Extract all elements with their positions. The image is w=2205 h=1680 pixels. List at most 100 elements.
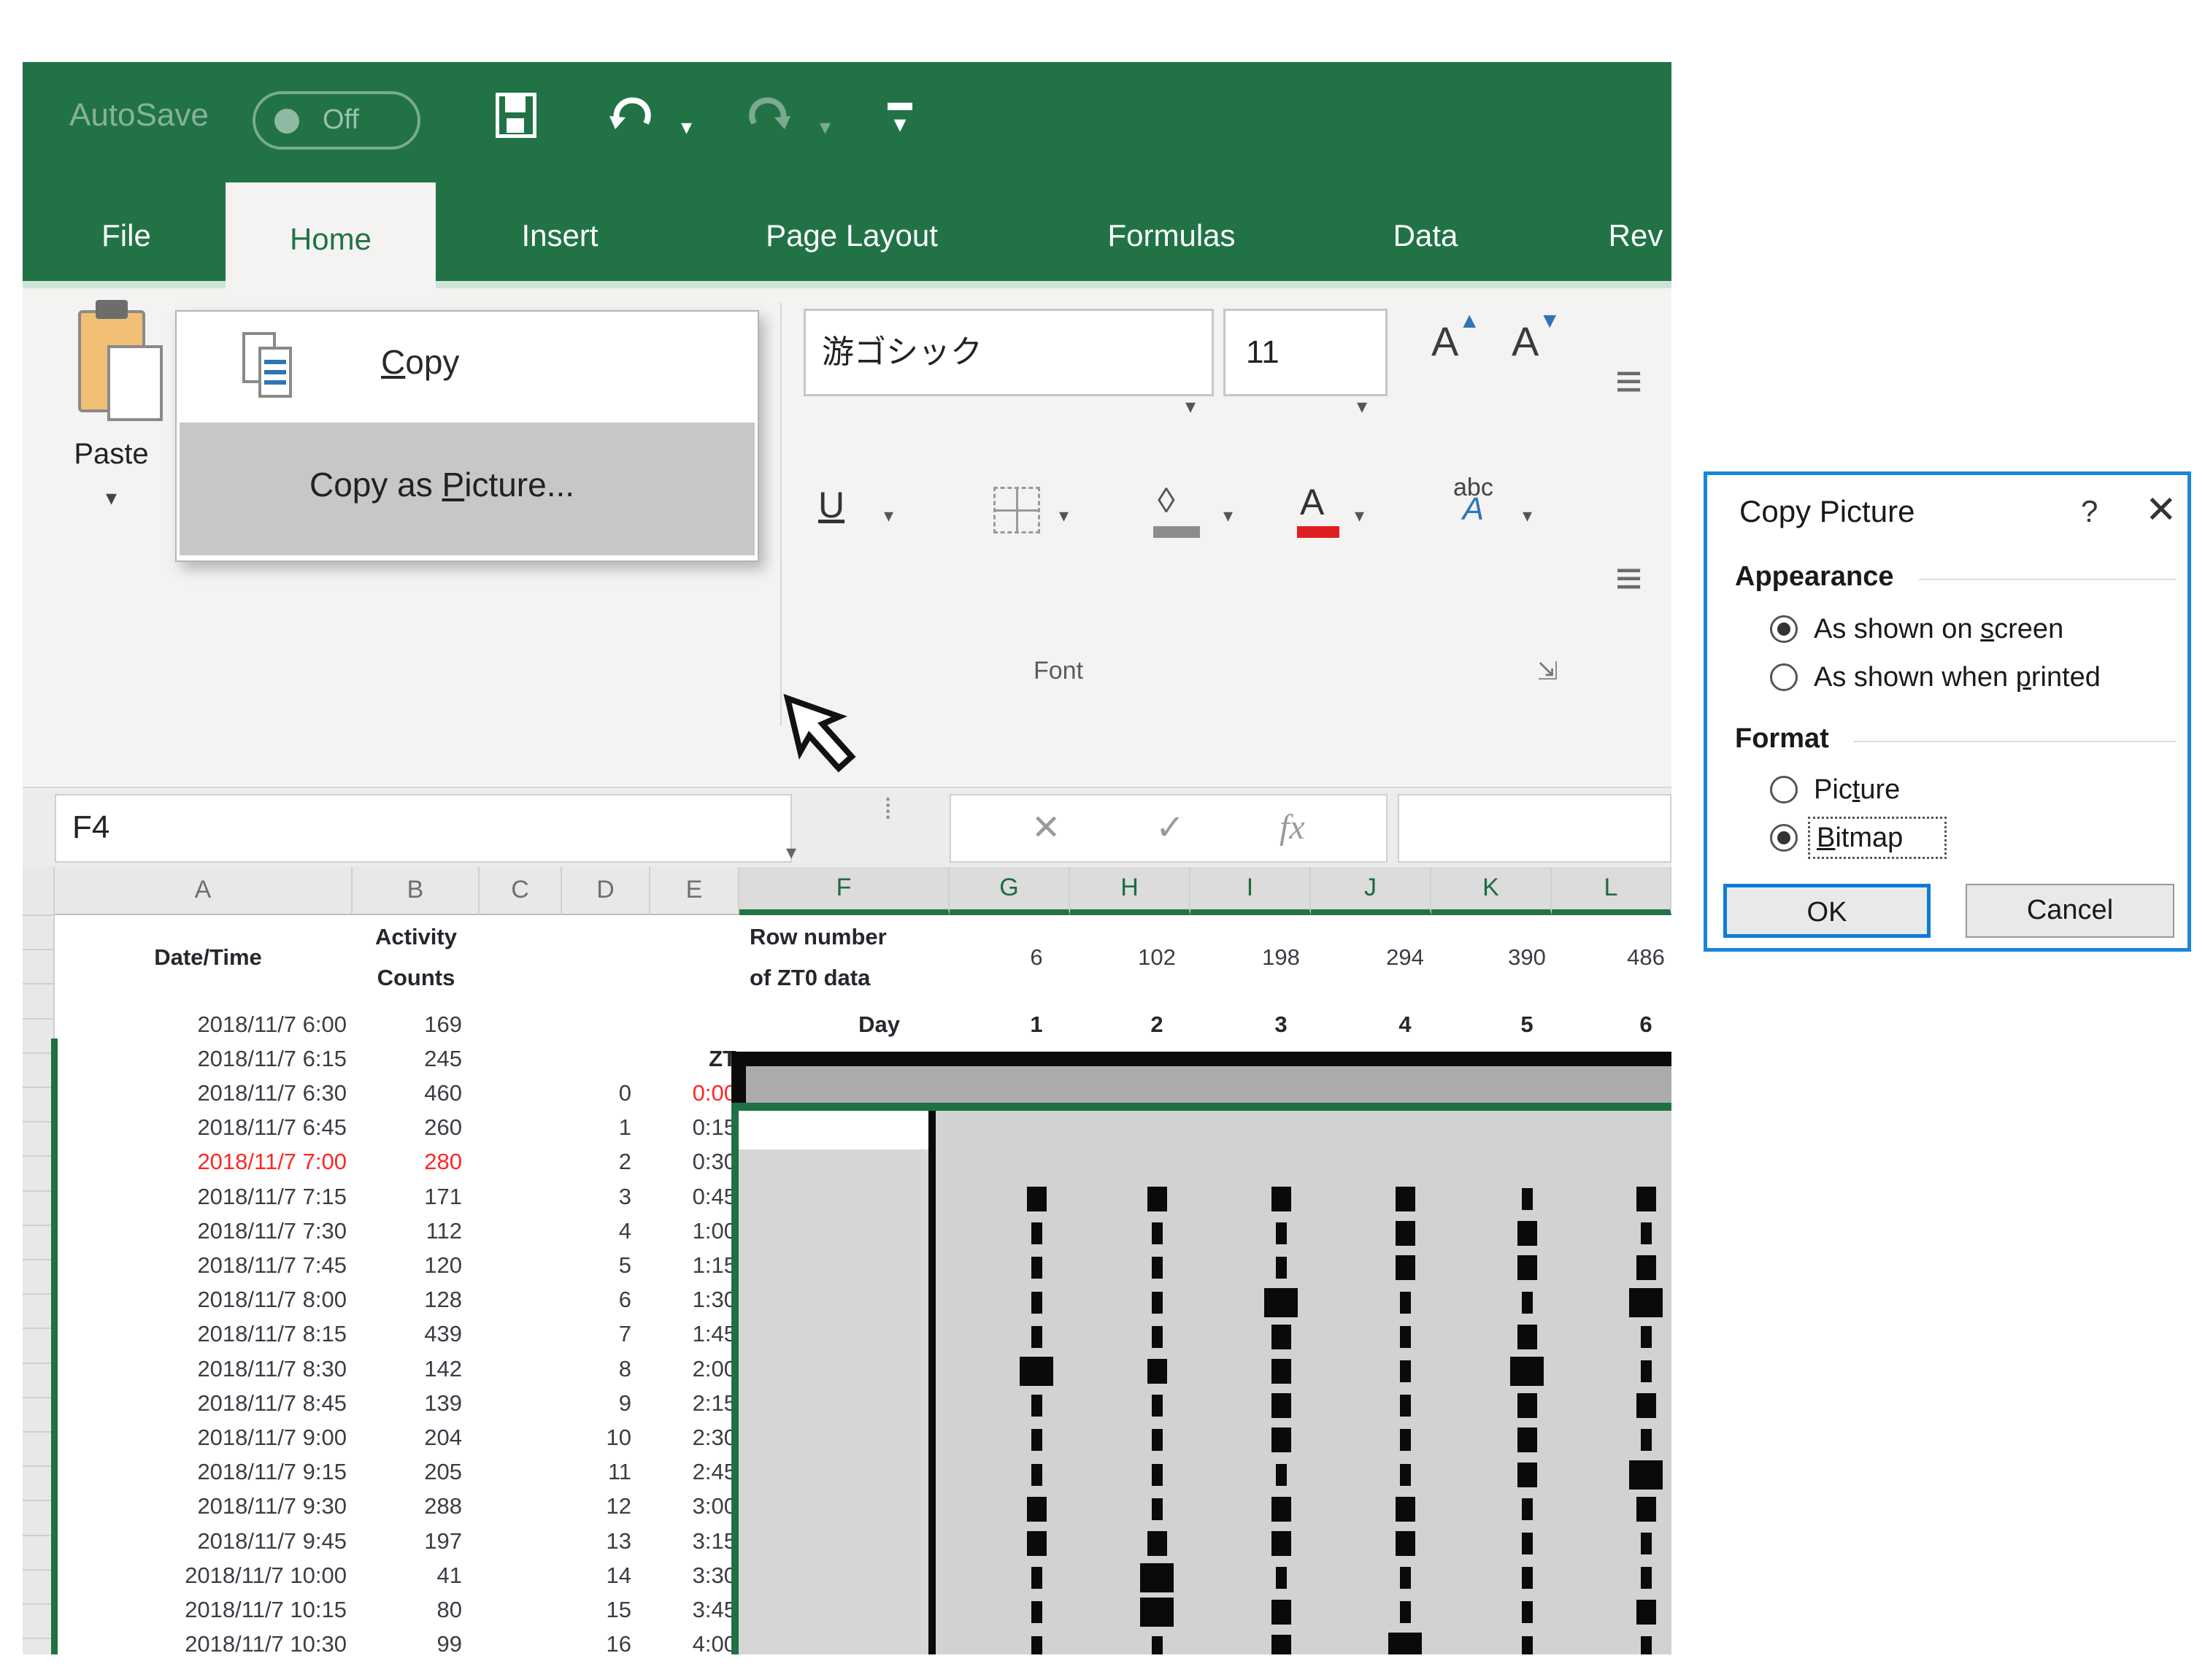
menu-item-copy-as-picture[interactable]: Copy as Picture... bbox=[180, 423, 755, 555]
phonetic-guide-icon[interactable]: abc A bbox=[1453, 475, 1493, 525]
name-box[interactable]: F4 ▾ bbox=[55, 794, 796, 863]
dialog-close-icon[interactable]: ✕ bbox=[2145, 488, 2177, 532]
cell-datetime[interactable]: 2018/11/7 8:45 bbox=[69, 1386, 347, 1420]
cell-zt-index[interactable]: 9 bbox=[562, 1386, 631, 1420]
cell-count[interactable]: 128 bbox=[353, 1282, 462, 1317]
cell-count[interactable]: 99 bbox=[353, 1627, 462, 1654]
cell-datetime[interactable]: 2018/11/7 10:30 bbox=[69, 1627, 347, 1654]
font-name-caret-icon[interactable]: ▾ bbox=[1185, 365, 1196, 448]
cell-zt-time[interactable]: 3:30 bbox=[650, 1558, 736, 1592]
borders-icon[interactable] bbox=[993, 487, 1040, 533]
paste-caret-icon[interactable]: ▾ bbox=[47, 485, 175, 511]
phonetic-caret-icon[interactable]: ▾ bbox=[1523, 504, 1532, 527]
cell-count[interactable]: 288 bbox=[353, 1489, 462, 1523]
cell-count[interactable]: 169 bbox=[353, 1007, 462, 1041]
undo-icon[interactable] bbox=[607, 88, 655, 147]
column-header-D[interactable]: D bbox=[562, 867, 650, 915]
cell-day[interactable]: 3 bbox=[1223, 1007, 1339, 1041]
cell-count[interactable]: 142 bbox=[353, 1352, 462, 1386]
tab-insert[interactable]: Insert bbox=[487, 182, 633, 288]
radio-bitmap[interactable] bbox=[1770, 824, 1798, 852]
radio-label-as-shown-on-screen[interactable]: As shown on screen bbox=[1814, 614, 2063, 645]
cell-datetime[interactable]: 2018/11/7 9:30 bbox=[69, 1489, 347, 1523]
cell-day[interactable]: 4 bbox=[1347, 1007, 1463, 1041]
cell-zt-index[interactable]: 3 bbox=[562, 1179, 631, 1214]
tab-formulas[interactable]: Formulas bbox=[1062, 182, 1281, 288]
column-header-I[interactable]: I bbox=[1190, 867, 1311, 915]
tab-data[interactable]: Data bbox=[1352, 182, 1498, 288]
cell-day[interactable]: 1 bbox=[978, 1007, 1095, 1041]
cell-zt-time[interactable]: 0:15 bbox=[650, 1110, 736, 1144]
cell-datetime[interactable]: 2018/11/7 7:00 bbox=[69, 1144, 347, 1179]
cancel-button[interactable]: Cancel bbox=[1966, 884, 2174, 938]
cell-datetime[interactable]: 2018/11/7 8:00 bbox=[69, 1282, 347, 1317]
column-header-B[interactable]: B bbox=[353, 867, 480, 915]
radio-label-picture[interactable]: Picture bbox=[1814, 774, 1900, 806]
cell-zt-time[interactable]: 1:30 bbox=[650, 1282, 736, 1317]
cell-count[interactable]: 245 bbox=[353, 1041, 462, 1076]
borders-caret-icon[interactable]: ▾ bbox=[1059, 504, 1069, 527]
cell-zt-index[interactable]: 8 bbox=[562, 1352, 631, 1386]
grow-font-button[interactable]: A bbox=[1431, 309, 1481, 365]
cell-datetime[interactable]: 2018/11/7 6:00 bbox=[69, 1007, 347, 1041]
tab-review[interactable]: Rev bbox=[1570, 182, 1671, 288]
cell-rownumber[interactable]: 486 bbox=[1588, 940, 1671, 974]
cell-zt-index[interactable]: 2 bbox=[562, 1144, 631, 1179]
cell-zt-time[interactable]: 3:00 bbox=[650, 1489, 736, 1523]
customize-qat-icon[interactable]: ▬ ▾ bbox=[888, 90, 912, 136]
paste-button[interactable]: Paste ▾ bbox=[47, 300, 175, 595]
cell-zt-time[interactable]: 3:15 bbox=[650, 1524, 736, 1558]
cell-datetime[interactable]: 2018/11/7 8:15 bbox=[69, 1317, 347, 1351]
cell-datetime[interactable]: 2018/11/7 9:15 bbox=[69, 1454, 347, 1489]
cell-zt-index[interactable]: 5 bbox=[562, 1248, 631, 1282]
cell-zt-index[interactable]: 10 bbox=[562, 1420, 631, 1454]
cell-count[interactable]: 41 bbox=[353, 1558, 462, 1592]
cell-datetime[interactable]: 2018/11/7 6:45 bbox=[69, 1110, 347, 1144]
cell-zt-index[interactable]: 1 bbox=[562, 1110, 631, 1144]
cell-zt-time[interactable]: 0:45 bbox=[650, 1179, 736, 1214]
radio-as-shown-when-printed[interactable] bbox=[1770, 663, 1798, 691]
cell-count[interactable]: 280 bbox=[353, 1144, 462, 1179]
cell-count[interactable]: 204 bbox=[353, 1420, 462, 1454]
cell-zt-time[interactable]: 1:45 bbox=[650, 1317, 736, 1351]
cell-zt-time[interactable]: 4:00 bbox=[650, 1627, 736, 1654]
tab-file[interactable]: File bbox=[61, 182, 192, 288]
cell-zt-index[interactable]: 4 bbox=[562, 1214, 631, 1248]
cell-datetime[interactable]: 2018/11/7 7:30 bbox=[69, 1214, 347, 1248]
radio-as-shown-on-screen[interactable] bbox=[1770, 615, 1798, 643]
shrink-font-button[interactable]: A bbox=[1512, 309, 1561, 365]
font-dialog-launcher-icon[interactable]: ⇲ bbox=[1537, 657, 1558, 686]
cell-zt-time[interactable]: 2:15 bbox=[650, 1386, 736, 1420]
font-size-select[interactable]: 11 ▾ bbox=[1223, 309, 1388, 417]
column-header-L[interactable]: L bbox=[1552, 867, 1671, 915]
tab-page-layout[interactable]: Page Layout bbox=[706, 182, 998, 288]
cell-rownumber[interactable]: 198 bbox=[1223, 940, 1339, 974]
cancel-entry-icon[interactable]: ✕ bbox=[1031, 807, 1061, 848]
formula-input[interactable] bbox=[1398, 794, 1671, 863]
cell-datetime[interactable]: 2018/11/7 7:45 bbox=[69, 1248, 347, 1282]
cell-count[interactable]: 171 bbox=[353, 1179, 462, 1214]
cell-datetime[interactable]: 2018/11/7 9:45 bbox=[69, 1524, 347, 1558]
align-left-icon[interactable]: ≡ bbox=[1615, 551, 1642, 605]
cell-datetime[interactable]: 2018/11/7 10:00 bbox=[69, 1558, 347, 1592]
cell-zt-time[interactable]: 2:00 bbox=[650, 1352, 736, 1386]
cell-count[interactable]: 112 bbox=[353, 1214, 462, 1248]
cell-zt-time[interactable]: 2:45 bbox=[650, 1454, 736, 1489]
cell-datetime[interactable]: 2018/11/7 9:00 bbox=[69, 1420, 347, 1454]
column-header-A[interactable]: A bbox=[55, 867, 353, 915]
ok-button[interactable]: OK bbox=[1723, 884, 1931, 938]
cell-day[interactable]: 5 bbox=[1469, 1007, 1585, 1041]
radio-label-as-shown-when-printed[interactable]: As shown when printed bbox=[1814, 662, 2101, 693]
cell-zt-index[interactable]: 6 bbox=[562, 1282, 631, 1317]
enter-entry-icon[interactable]: ✓ bbox=[1155, 807, 1185, 848]
cell-zt-index[interactable]: 15 bbox=[562, 1592, 631, 1627]
underline-caret-icon[interactable]: ▾ bbox=[884, 504, 893, 527]
fill-color-icon[interactable]: ◊ bbox=[1153, 481, 1200, 538]
fill-color-caret-icon[interactable]: ▾ bbox=[1223, 504, 1233, 527]
cell-zt-time[interactable]: 0:30 bbox=[650, 1144, 736, 1179]
column-header-K[interactable]: K bbox=[1431, 867, 1552, 915]
cell-zt-time[interactable]: 0:00 bbox=[650, 1076, 736, 1110]
redo-caret-icon[interactable]: ▾ bbox=[820, 115, 831, 140]
cell-zt-time[interactable]: 1:15 bbox=[650, 1248, 736, 1282]
cell-count[interactable]: 205 bbox=[353, 1454, 462, 1489]
